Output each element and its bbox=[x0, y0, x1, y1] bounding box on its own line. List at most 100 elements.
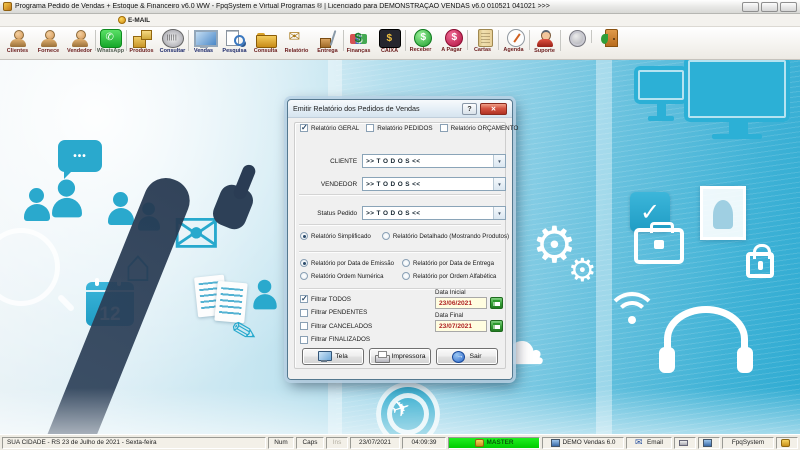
radio-label: Relatório Detalhado (Mostrando Produtos) bbox=[392, 232, 510, 240]
toolbar-item[interactable]: Consulta bbox=[250, 28, 281, 54]
radio-option[interactable]: Relatório Detalhado (Mostrando Produtos) bbox=[381, 232, 510, 240]
toolbar-item[interactable]: Vendedor bbox=[64, 28, 96, 54]
toolbar-item[interactable] bbox=[560, 28, 592, 47]
dropdown[interactable]: >> T O D O S << ▼ bbox=[362, 206, 506, 220]
end-date-field[interactable]: 23/07/2021 bbox=[435, 320, 487, 332]
status-text: MASTER bbox=[486, 439, 514, 446]
status-segment: DEMO Vendas 6.0 bbox=[542, 436, 624, 449]
toolbar-item[interactable]: Produtos bbox=[126, 28, 157, 54]
status-segment: Num bbox=[268, 436, 294, 449]
background-band bbox=[0, 388, 800, 434]
button-label: Tela bbox=[335, 353, 348, 360]
dialog-button[interactable]: Sair bbox=[436, 348, 498, 365]
chevron-down-icon[interactable]: ▼ bbox=[493, 155, 505, 167]
window-title: Programa Pedido de Vendas + Estoque & Fi… bbox=[15, 3, 550, 10]
checkbox-label: Relatório ORÇAMENTO bbox=[450, 124, 519, 132]
bprinter-icon bbox=[374, 350, 390, 363]
monitor-icon bbox=[684, 60, 790, 139]
radio-label: Relatório Simplificado bbox=[311, 232, 371, 240]
radio-option[interactable]: Relatório Simplificado bbox=[300, 232, 371, 240]
checkbox-label: Relatório PEDIDOS bbox=[377, 124, 433, 132]
toolbar-item[interactable]: WhatsApp bbox=[95, 28, 127, 54]
email-icon bbox=[118, 16, 126, 24]
filter-checkbox[interactable]: Filtrar PENDENTES bbox=[300, 308, 372, 317]
checkbox-label: Filtrar FINALIZADOS bbox=[311, 336, 371, 343]
dropdown[interactable]: >> T O D O S << ▼ bbox=[362, 154, 506, 168]
status-segment[interactable] bbox=[698, 436, 720, 449]
radio-option[interactable]: Relatório Ordem Numérica bbox=[300, 272, 399, 280]
gear-icon: ⚙ bbox=[568, 252, 597, 288]
toolbar-item[interactable]: Suporte bbox=[529, 28, 561, 54]
report-dialog: Emitir Relatório dos Pedidos de Vendas ?… bbox=[287, 99, 518, 380]
toolbar-item[interactable]: Relatório bbox=[281, 28, 312, 54]
status-segment[interactable]: Email bbox=[626, 436, 672, 449]
bscreen-icon bbox=[318, 350, 333, 363]
menu-item-email[interactable]: E-MAIL bbox=[114, 16, 154, 24]
briefcase-icon bbox=[634, 222, 684, 264]
boxes-icon bbox=[131, 29, 153, 48]
toolbar-item[interactable]: Cartas bbox=[467, 28, 499, 53]
chevron-down-icon[interactable]: ▼ bbox=[493, 207, 505, 219]
toolbar-item[interactable]: A Pagar bbox=[436, 28, 468, 53]
window-controls bbox=[742, 1, 797, 12]
dialog-close-button[interactable]: ✕ bbox=[480, 102, 507, 115]
toolbar-item[interactable]: Receber bbox=[405, 28, 436, 53]
dropdown[interactable]: >> T O D O S << ▼ bbox=[362, 177, 506, 191]
divider bbox=[299, 194, 501, 196]
window-control-button[interactable] bbox=[780, 1, 797, 12]
filter-checkbox[interactable]: Filtrar TODOS bbox=[300, 294, 372, 303]
photo-icon bbox=[700, 186, 746, 240]
toolbar-item[interactable]: Fornece bbox=[33, 28, 64, 54]
radio-icon bbox=[402, 259, 410, 267]
radio-icon bbox=[381, 232, 390, 240]
end-calendar-button[interactable] bbox=[490, 320, 503, 332]
app-window: Programa Pedido de Vendas + Estoque & Fi… bbox=[0, 0, 800, 450]
toolbar: Clientes Fornece Vendedor WhatsApp Produ… bbox=[0, 27, 800, 60]
dialog-titlebar: Emitir Relatório dos Pedidos de Vendas ?… bbox=[288, 100, 512, 118]
toolbar-item[interactable]: Entrega bbox=[312, 28, 344, 54]
checkbox-icon bbox=[366, 124, 375, 132]
chat-bubble-icon: ••• bbox=[58, 140, 102, 179]
dialog-button[interactable]: Impressora bbox=[369, 348, 431, 365]
toolbar-item[interactable]: Consultar bbox=[157, 28, 189, 54]
radio-option[interactable]: Relatório por Ordem Alfabética bbox=[402, 272, 496, 280]
checkbox-icon bbox=[300, 308, 308, 317]
toolbar-item[interactable]: CAIXA bbox=[374, 28, 406, 54]
checkbox-label: Relatório GERAL bbox=[311, 124, 360, 132]
radio-option[interactable]: Relatório por Data de Entrega bbox=[402, 259, 496, 267]
radio-label: Relatório por Ordem Alfabética bbox=[413, 272, 497, 280]
toolbar-item[interactable]: Agenda bbox=[498, 28, 530, 53]
report-type-checkbox[interactable]: Relatório PEDIDOS bbox=[366, 124, 433, 132]
filter-checkbox[interactable]: Filtrar CANCELADOS bbox=[300, 322, 372, 330]
radio-label: Relatório por Data de Entrega bbox=[413, 259, 494, 267]
radio-option[interactable]: Relatório por Data de Emissão bbox=[300, 259, 399, 267]
status-text: SUA CIDADE - RS 23 de Julho de 2021 - Se… bbox=[7, 439, 157, 446]
toolbar-item[interactable]: Vendas bbox=[188, 28, 219, 54]
status-segment: 04:09:39 bbox=[402, 436, 446, 449]
chevron-down-icon[interactable]: ▼ bbox=[493, 178, 505, 190]
start-date-field[interactable]: 23/06/2021 bbox=[435, 297, 487, 309]
report-type-checkbox[interactable]: Relatório ORÇAMENTO bbox=[439, 124, 519, 132]
dialog-button[interactable]: Tela bbox=[302, 348, 364, 365]
toolbar-item[interactable]: Clientes bbox=[2, 28, 33, 54]
toolbar-item-label: Suporte bbox=[534, 48, 555, 54]
toolbar-item[interactable]: Pesquisa bbox=[219, 28, 250, 54]
minimon-icon bbox=[550, 438, 560, 447]
minimon-icon bbox=[703, 438, 712, 447]
start-calendar-button[interactable] bbox=[490, 297, 503, 309]
window-control-button[interactable] bbox=[761, 1, 778, 12]
toolbar-item[interactable]: Finanças bbox=[343, 28, 374, 54]
window-control-button[interactable] bbox=[742, 1, 759, 12]
people-icon bbox=[52, 179, 82, 218]
checkbox-icon bbox=[300, 294, 308, 303]
filter-checkbox[interactable]: Filtrar FINALIZADOS bbox=[300, 335, 372, 344]
support-icon bbox=[534, 29, 556, 48]
people-icon bbox=[24, 188, 50, 222]
status-segment[interactable] bbox=[674, 436, 696, 449]
titlebar: Programa Pedido de Vendas + Estoque & Fi… bbox=[0, 0, 800, 14]
monitor-icon bbox=[193, 29, 218, 48]
toolbar-item[interactable] bbox=[591, 28, 622, 47]
dialog-help-button[interactable]: ? bbox=[462, 102, 477, 115]
toolbar-item-label: Cartas bbox=[473, 47, 492, 53]
report-type-checkbox[interactable]: Relatório GERAL bbox=[300, 123, 360, 132]
